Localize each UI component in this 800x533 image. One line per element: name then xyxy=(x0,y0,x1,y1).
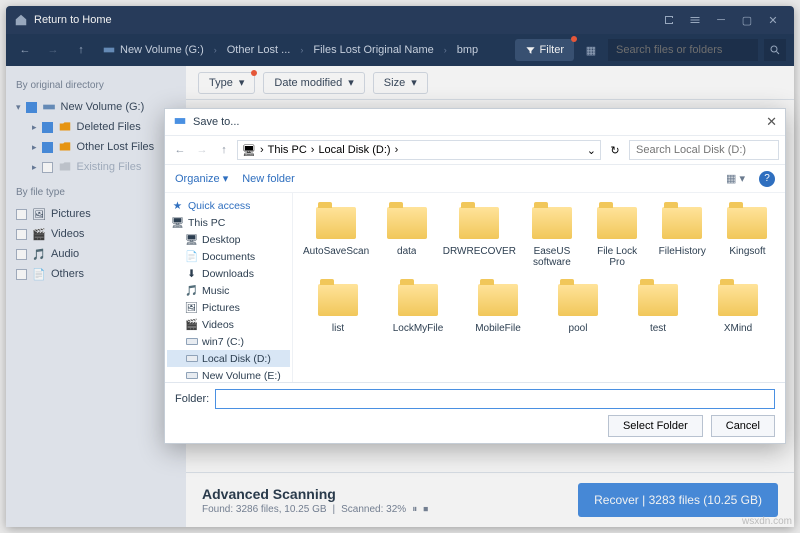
tree-videos[interactable]: 🎬Videos xyxy=(167,316,290,333)
folder-item[interactable]: list xyxy=(301,276,375,338)
watermark: wsxdn.com xyxy=(742,516,792,527)
folder-item[interactable]: MobileFile xyxy=(461,276,535,338)
folder-item[interactable]: File Lock Pro xyxy=(588,199,647,272)
dialog-close-icon[interactable]: ✕ xyxy=(766,114,777,130)
folder-item[interactable]: DRWRECOVER xyxy=(442,199,516,272)
folder-item[interactable]: test xyxy=(621,276,695,338)
cancel-button[interactable]: Cancel xyxy=(711,415,775,437)
folder-field-label: Folder: xyxy=(175,393,209,405)
dialog-search-input[interactable] xyxy=(629,140,779,160)
folder-item[interactable]: data xyxy=(377,199,436,272)
refresh-icon[interactable]: ↻ xyxy=(605,140,625,160)
tree-desktop[interactable]: 🖥Desktop xyxy=(167,231,290,248)
address-bar[interactable]: 🖥 › This PC › Local Disk (D:) › ⌄ xyxy=(237,140,601,160)
tree-downloads[interactable]: ⬇Downloads xyxy=(167,265,290,282)
help-icon[interactable]: ? xyxy=(759,171,775,187)
folder-item[interactable]: EaseUS software xyxy=(522,199,581,272)
nav-up-icon[interactable]: ↑ xyxy=(215,141,233,159)
tree-music[interactable]: 🎵Music xyxy=(167,282,290,299)
folder-item[interactable]: AutoSaveScan xyxy=(301,199,371,272)
disk-icon xyxy=(173,114,187,131)
folder-item[interactable]: FileHistory xyxy=(653,199,712,272)
view-mode-icon[interactable]: ▦ ▾ xyxy=(726,172,745,185)
folder-field-input[interactable] xyxy=(215,389,775,409)
tree-drive-d[interactable]: Local Disk (D:) xyxy=(167,350,290,367)
tree-thispc[interactable]: 🖥This PC xyxy=(167,214,290,231)
newfolder-button[interactable]: New folder xyxy=(242,173,295,185)
tree-documents[interactable]: 📄Documents xyxy=(167,248,290,265)
folder-item[interactable]: Kingsoft xyxy=(718,199,777,272)
dropdown-icon[interactable]: ⌄ xyxy=(587,144,596,157)
tree-drive-c[interactable]: win7 (C:) xyxy=(167,333,290,350)
dialog-title: Save to... xyxy=(193,116,239,128)
tree-pictures[interactable]: 🖼Pictures xyxy=(167,299,290,316)
folder-item[interactable]: XMind xyxy=(701,276,775,338)
nav-back-icon[interactable]: ← xyxy=(171,141,189,159)
select-folder-button[interactable]: Select Folder xyxy=(608,415,703,437)
organize-menu[interactable]: Organize ▾ xyxy=(175,172,228,185)
folder-item[interactable]: LockMyFile xyxy=(381,276,455,338)
pc-icon: 🖥 xyxy=(242,144,256,157)
nav-forward-icon[interactable]: → xyxy=(193,141,211,159)
tree-quickaccess[interactable]: ★Quick access xyxy=(167,197,290,214)
folder-item[interactable]: pool xyxy=(541,276,615,338)
tree-drive-e[interactable]: New Volume (E:) xyxy=(167,367,290,382)
save-dialog: Save to... ✕ ← → ↑ 🖥 › This PC › Local D… xyxy=(164,108,786,444)
